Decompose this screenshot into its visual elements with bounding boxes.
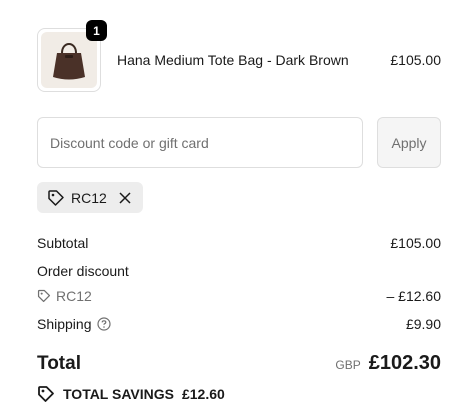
subtotal-row: Subtotal £105.00	[37, 235, 441, 251]
total-row: Total GBP £102.30	[37, 352, 441, 375]
tag-icon	[48, 189, 64, 206]
discount-code-input[interactable]	[37, 117, 363, 168]
applied-discount-tag: RC12	[37, 182, 143, 213]
tote-bag-icon	[53, 43, 85, 80]
shipping-value: £9.90	[405, 316, 441, 332]
discount-value: – £12.60	[386, 288, 442, 304]
savings-label: TOTAL SAVINGS	[63, 386, 174, 402]
savings-value: £12.60	[181, 386, 225, 402]
subtotal-label: Subtotal	[37, 235, 89, 251]
total-savings: TOTAL SAVINGS £12.60	[37, 385, 225, 403]
subtotal-value: £105.00	[390, 235, 441, 251]
product-name: Hana Medium Tote Bag - Dark Brown	[117, 52, 349, 68]
discount-code-label: RC12	[56, 288, 92, 304]
cart-line-item: 1 Hana Medium Tote Bag - Dark Brown £105…	[37, 20, 441, 92]
total-amount: £102.30	[368, 352, 441, 374]
discount-form: Apply	[37, 117, 441, 168]
total-label: Total	[37, 353, 81, 374]
quantity-badge: 1	[86, 20, 107, 41]
help-icon[interactable]	[96, 317, 111, 331]
tag-icon	[37, 289, 51, 303]
order-discount-row: Order discount	[37, 263, 441, 279]
product-price: £105.00	[390, 52, 441, 68]
currency-code: GBP	[335, 358, 361, 372]
shipping-row: Shipping £9.90	[37, 316, 441, 332]
remove-discount-button[interactable]	[117, 190, 133, 206]
discount-code-info: RC12	[37, 288, 92, 304]
close-icon	[119, 191, 131, 204]
applied-code-label: RC12	[71, 189, 107, 206]
discount-detail-row: RC12 – £12.60	[37, 288, 441, 304]
shipping-label: Shipping	[37, 316, 92, 332]
apply-button[interactable]: Apply	[377, 117, 441, 168]
product-thumbnail: 1	[37, 20, 107, 92]
order-discount-label: Order discount	[37, 263, 129, 279]
tag-icon	[38, 386, 54, 402]
